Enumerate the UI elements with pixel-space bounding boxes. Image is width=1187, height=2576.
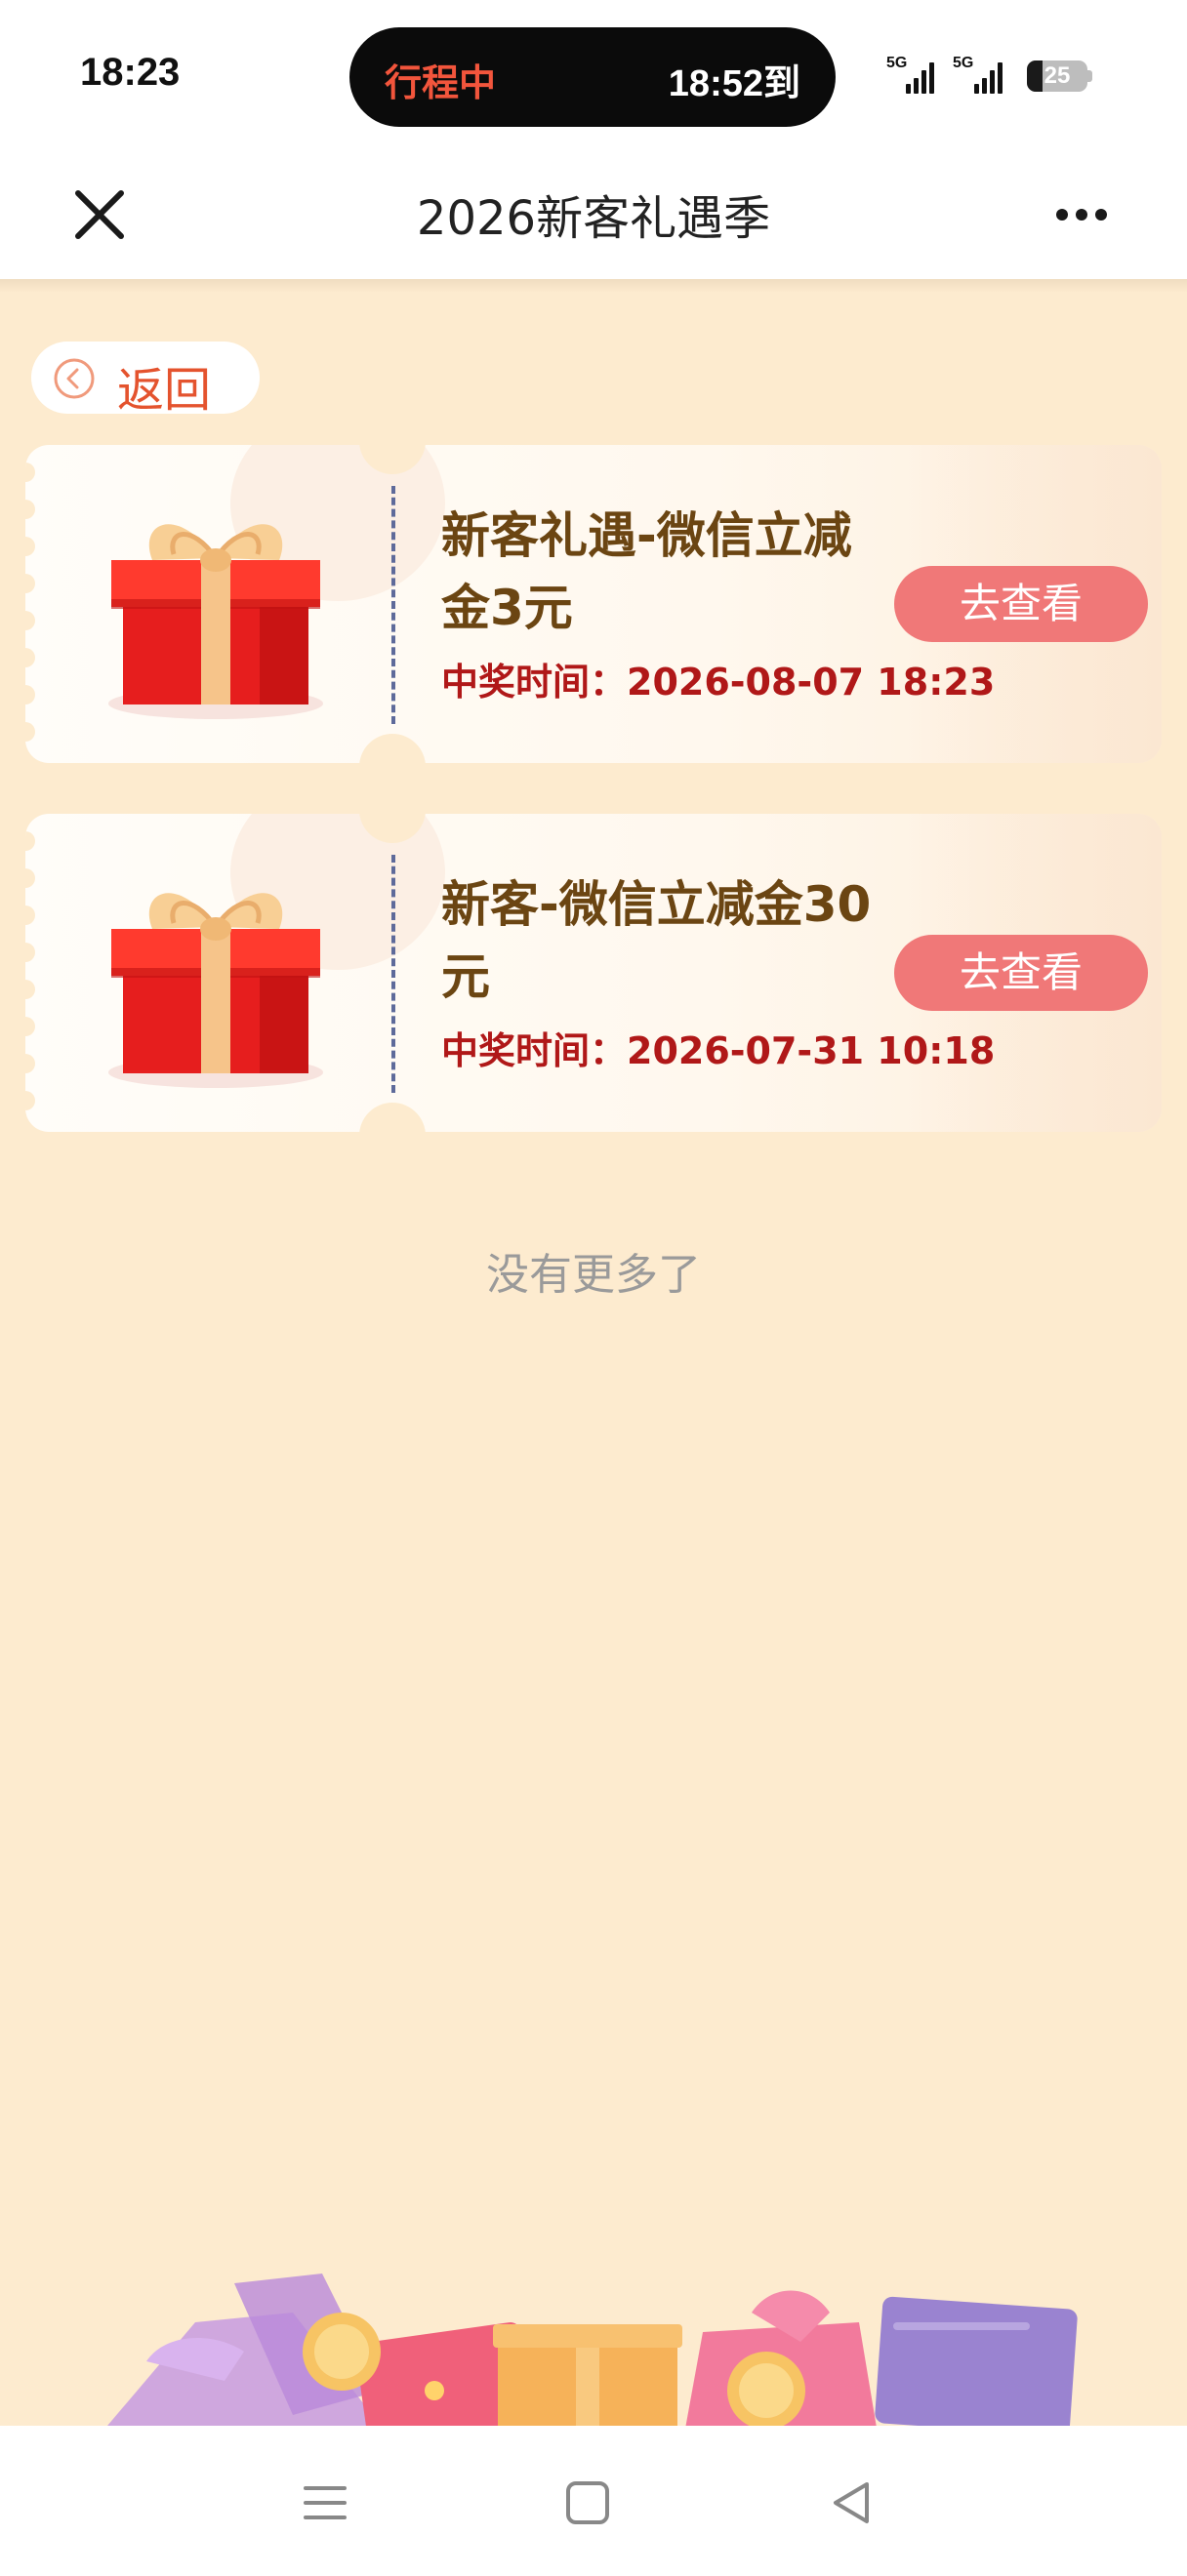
- status-time: 18:23: [80, 51, 181, 94]
- arrival-time: 18:52到: [668, 63, 800, 104]
- prize-time-value: 2026-07-31 10:18: [627, 1029, 996, 1072]
- view-button[interactable]: 去查看: [894, 935, 1148, 1011]
- ticket-edge: [25, 943, 35, 962]
- ticket-divider: [391, 486, 395, 724]
- prize-time: 中奖时间：2026-08-07 18:23: [441, 652, 995, 705]
- ticket-edge: [25, 906, 35, 925]
- home-square-icon: [566, 2481, 609, 2524]
- prize-card: 新客礼遇-微信立减金3元 中奖时间：2026-08-07 18:23 去查看: [25, 445, 1162, 763]
- ticket-edge: [25, 1017, 35, 1036]
- no-more-text: 没有更多了: [486, 1250, 701, 1300]
- title-shadow: [0, 279, 1187, 293]
- ticket-edge: [25, 574, 35, 593]
- battery-cap: [1087, 70, 1092, 82]
- menu-icon: [304, 2486, 347, 2519]
- ticket-divider: [391, 855, 395, 1093]
- title-bar: 2026新客礼遇季: [0, 146, 1187, 279]
- system-nav-bar: [0, 2426, 1187, 2576]
- gift-box-icon: [84, 853, 348, 1097]
- chevron-left-circle-icon: [53, 357, 96, 400]
- ticket-edge: [25, 648, 35, 667]
- prize-time: 中奖时间：2026-07-31 10:18: [441, 1021, 995, 1074]
- home-button[interactable]: [553, 2469, 622, 2537]
- ticket-edge: [25, 1091, 35, 1110]
- battery-icon: 25: [1027, 60, 1087, 92]
- gift-decoration-illustration: [0, 2244, 1187, 2450]
- ticket-edge: [25, 537, 35, 556]
- ticket-edge: [25, 831, 35, 851]
- view-button[interactable]: 去查看: [894, 566, 1148, 642]
- back-button[interactable]: 返回: [31, 342, 260, 418]
- trip-status: 行程中: [385, 61, 497, 104]
- ticket-edge: [25, 1054, 35, 1073]
- ticket-edge: [25, 868, 35, 888]
- more-icon: [1056, 209, 1107, 221]
- signal-icon-sim2: 5G: [949, 55, 1009, 94]
- dynamic-island[interactable]: 行程中 18:52到: [349, 27, 836, 127]
- prize-time-label: 中奖时间：: [441, 1029, 628, 1072]
- ticket-edge: [25, 463, 35, 482]
- prize-card: 新客-微信立减金30元 中奖时间：2026-07-31 10:18 去查看: [25, 814, 1162, 1132]
- status-bar: 18:23 行程中 18:52到 5G 5G 25: [0, 0, 1187, 146]
- gift-box-icon: [84, 484, 348, 728]
- ticket-edge: [25, 611, 35, 630]
- more-button[interactable]: [1035, 176, 1128, 254]
- ticket-edge: [25, 980, 35, 999]
- ticket-edge: [25, 722, 35, 742]
- triangle-back-icon: [834, 2482, 869, 2523]
- prize-name: 新客-微信立减金30元: [441, 876, 872, 1005]
- ticket-edge: [25, 685, 35, 704]
- back-nav-button[interactable]: [818, 2469, 886, 2537]
- menu-button[interactable]: [291, 2469, 359, 2537]
- signal-icon-sim1: 5G: [886, 55, 935, 94]
- page-title: 2026新客礼遇季: [416, 191, 771, 246]
- prize-name: 新客礼遇-微信立减金3元: [441, 507, 852, 636]
- ticket-edge: [25, 500, 35, 519]
- prize-time-value: 2026-08-07 18:23: [627, 661, 996, 704]
- back-label: 返回: [117, 363, 212, 418]
- prize-time-label: 中奖时间：: [441, 661, 628, 704]
